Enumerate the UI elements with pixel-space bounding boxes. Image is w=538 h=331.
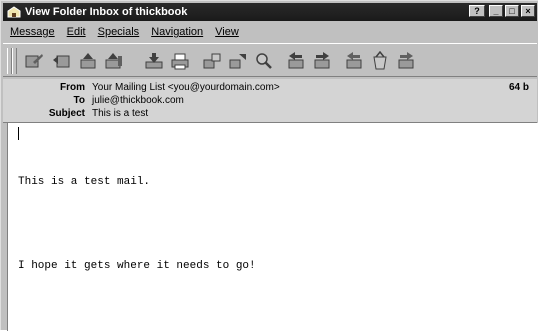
previous-message-icon[interactable]: [285, 51, 307, 71]
subject-row: Subject This is a test: [3, 107, 148, 120]
message-body[interactable]: This is a test mail. I hope it gets wher…: [7, 123, 538, 331]
print-icon[interactable]: [169, 51, 191, 71]
from-value: Your Mailing List <you@yourdomain.com>: [92, 82, 280, 93]
next-unread-icon[interactable]: [395, 51, 417, 71]
menu-navigation-label: Navigation: [151, 26, 204, 38]
message-window: View Folder Inbox of thickbook ? _ □ × M…: [0, 0, 538, 331]
compose-icon[interactable]: [23, 51, 45, 71]
forward-icon[interactable]: [103, 51, 125, 71]
menu-message[interactable]: Message: [3, 26, 60, 38]
close-button[interactable]: ×: [521, 5, 535, 17]
next-message-icon[interactable]: [311, 51, 333, 71]
move-to-folder-icon[interactable]: [227, 51, 249, 71]
menu-bar: Message Edit Specials Navigation View: [3, 23, 244, 41]
menu-edit[interactable]: Edit: [60, 26, 91, 38]
title-bar[interactable]: View Folder Inbox of thickbook ? _ □ ×: [3, 3, 537, 21]
to-value: julie@thickbook.com: [92, 95, 184, 106]
message-line: [18, 217, 256, 231]
menu-view[interactable]: View: [208, 26, 244, 38]
to-label: To: [73, 95, 85, 106]
window-title: View Folder Inbox of thickbook: [25, 6, 188, 18]
save-icon[interactable]: [143, 51, 165, 71]
minimize-button[interactable]: _: [489, 5, 503, 17]
from-label: From: [60, 82, 85, 93]
from-row: From Your Mailing List <you@yourdomain.c…: [3, 81, 280, 94]
subject-label: Subject: [48, 108, 85, 119]
to-row: To julie@thickbook.com: [3, 94, 184, 107]
search-icon[interactable]: [253, 51, 275, 71]
menu-view-label: View: [215, 26, 239, 38]
menu-navigation[interactable]: Navigation: [144, 26, 208, 38]
menu-specials[interactable]: Specials: [91, 26, 145, 38]
menu-specials-label: Specials: [97, 26, 140, 38]
toolbar: [3, 43, 537, 77]
message-line: I hope it gets where it needs to go!: [18, 260, 256, 272]
toolbar-grip-2[interactable]: [12, 48, 17, 74]
menu-edit-label: Edit: [66, 26, 86, 38]
help-button[interactable]: ?: [469, 5, 485, 17]
app-icon: [7, 6, 21, 18]
reply-all-icon[interactable]: [77, 51, 99, 71]
copy-to-folder-icon[interactable]: [201, 51, 223, 71]
previous-unread-icon[interactable]: [343, 51, 365, 71]
reply-icon[interactable]: [51, 51, 73, 71]
subject-value: This is a test: [92, 108, 149, 119]
menu-message-label: Message: [10, 26, 55, 38]
message-header: From Your Mailing List <you@yourdomain.c…: [3, 79, 537, 123]
message-size: 64 b: [508, 82, 529, 93]
delete-icon[interactable]: [369, 50, 391, 71]
text-caret: [18, 127, 19, 140]
message-text: This is a test mail. I hope it gets wher…: [18, 147, 256, 301]
message-line: This is a test mail.: [18, 176, 151, 188]
maximize-button[interactable]: □: [505, 5, 519, 17]
